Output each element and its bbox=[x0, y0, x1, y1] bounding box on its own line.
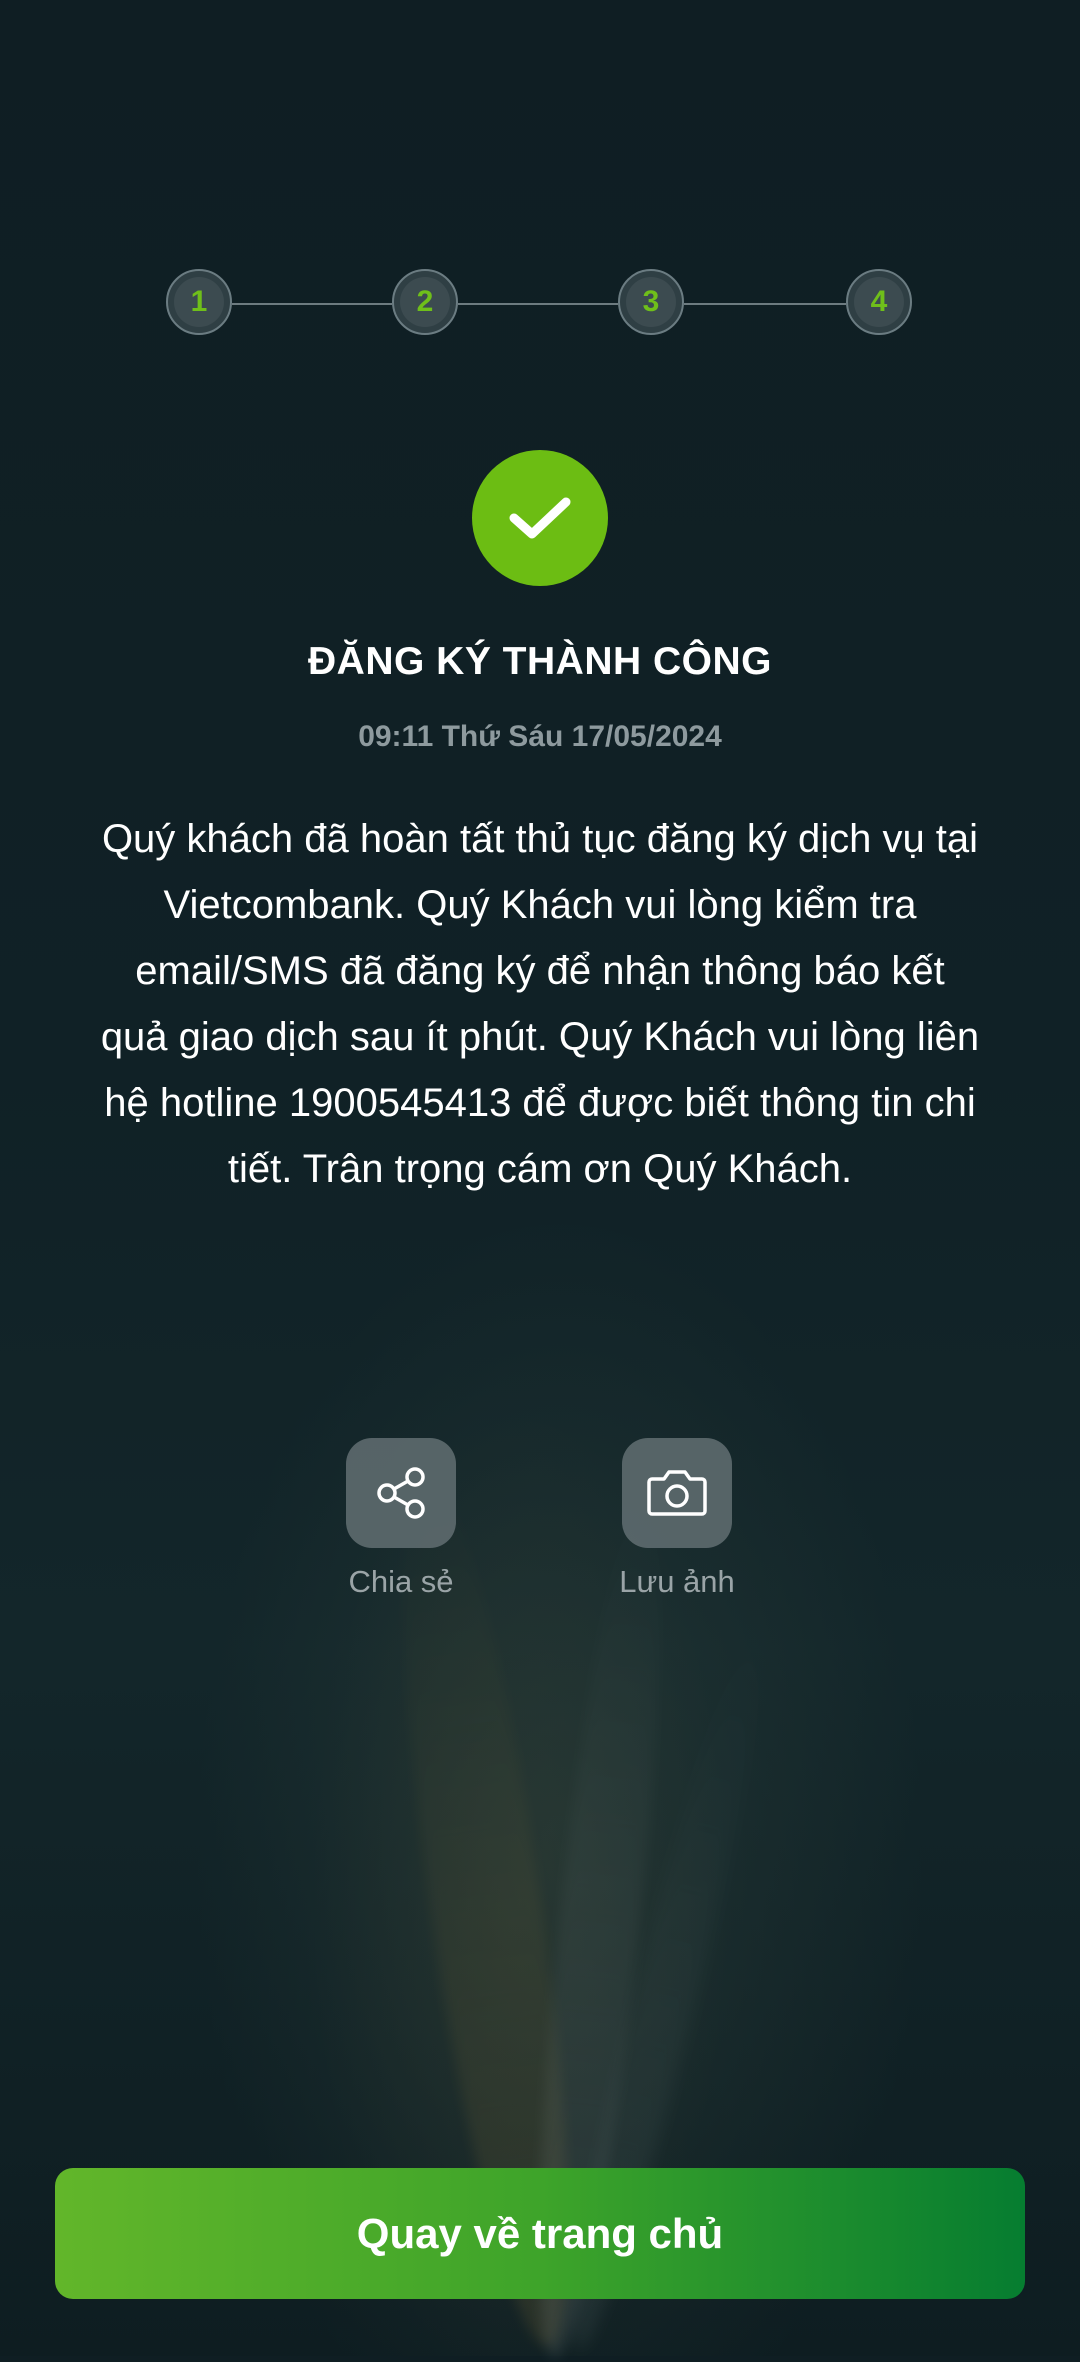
step-3: 3 bbox=[618, 269, 684, 335]
share-label: Chia sẻ bbox=[348, 1564, 454, 1599]
step-4: 4 bbox=[846, 269, 912, 335]
step-number: 4 bbox=[854, 277, 904, 327]
progress-stepper: 1 2 3 4 bbox=[166, 269, 912, 339]
share-action[interactable]: Chia sẻ bbox=[301, 1438, 501, 1600]
share-button[interactable] bbox=[346, 1438, 456, 1548]
result-timestamp: 09:11 Thứ Sáu 17/05/2024 bbox=[358, 720, 722, 753]
success-checkmark-icon bbox=[472, 450, 608, 586]
camera-icon bbox=[647, 1470, 707, 1516]
result-message: Quý khách đã hoàn tất thủ tục đăng ký dị… bbox=[100, 817, 980, 1191]
save-image-label: Lưu ảnh bbox=[619, 1564, 735, 1599]
step-1: 1 bbox=[166, 269, 232, 335]
save-image-action[interactable]: Lưu ảnh bbox=[577, 1438, 777, 1600]
stepper-connector bbox=[458, 303, 618, 305]
save-image-button[interactable] bbox=[622, 1438, 732, 1548]
back-to-home-button[interactable]: Quay về trang chủ bbox=[55, 2168, 1025, 2299]
step-number: 3 bbox=[626, 277, 676, 327]
step-2: 2 bbox=[392, 269, 458, 335]
stepper-connector bbox=[232, 303, 392, 305]
checkmark-icon bbox=[509, 497, 571, 539]
step-number: 1 bbox=[174, 277, 224, 327]
step-number: 2 bbox=[400, 277, 450, 327]
result-title: ĐĂNG KÝ THÀNH CÔNG bbox=[308, 640, 772, 683]
stepper-connector bbox=[684, 303, 846, 305]
share-icon bbox=[377, 1467, 425, 1519]
